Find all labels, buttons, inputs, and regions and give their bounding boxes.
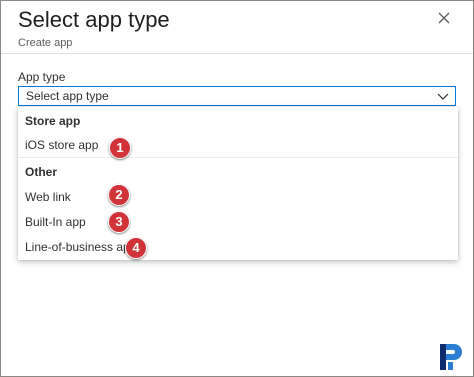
option-ios-store-app[interactable]: iOS store app xyxy=(18,133,458,157)
app-type-select-value: Select app type xyxy=(26,89,109,103)
p-logo-icon xyxy=(440,344,462,370)
option-built-in-app[interactable]: Built-In app xyxy=(18,210,458,234)
chevron-down-icon xyxy=(437,93,449,100)
close-button[interactable] xyxy=(437,11,451,25)
group-header-store-app: Store app xyxy=(25,114,81,128)
callout-badge-2: 2 xyxy=(108,184,130,206)
group-divider xyxy=(18,157,458,158)
option-line-of-business-app[interactable]: Line-of-business app xyxy=(18,235,458,259)
app-type-dropdown: Store app iOS store app Other Web link B… xyxy=(18,107,458,260)
close-icon xyxy=(438,12,450,24)
page-title: Select app type xyxy=(18,7,170,32)
option-web-link[interactable]: Web link xyxy=(18,185,458,209)
page-subtitle: Create app xyxy=(18,37,73,49)
callout-badge-4: 4 xyxy=(125,237,147,259)
group-header-other: Other xyxy=(25,165,58,179)
app-type-select[interactable]: Select app type xyxy=(18,86,456,106)
callout-badge-1: 1 xyxy=(109,137,131,159)
dialog-panel: Select app type Create app App type Sele… xyxy=(0,0,474,377)
callout-badge-3: 3 xyxy=(108,211,130,233)
dialog-header: Select app type Create app xyxy=(18,7,170,49)
app-type-label: App type xyxy=(18,70,66,84)
header-divider xyxy=(1,53,473,54)
